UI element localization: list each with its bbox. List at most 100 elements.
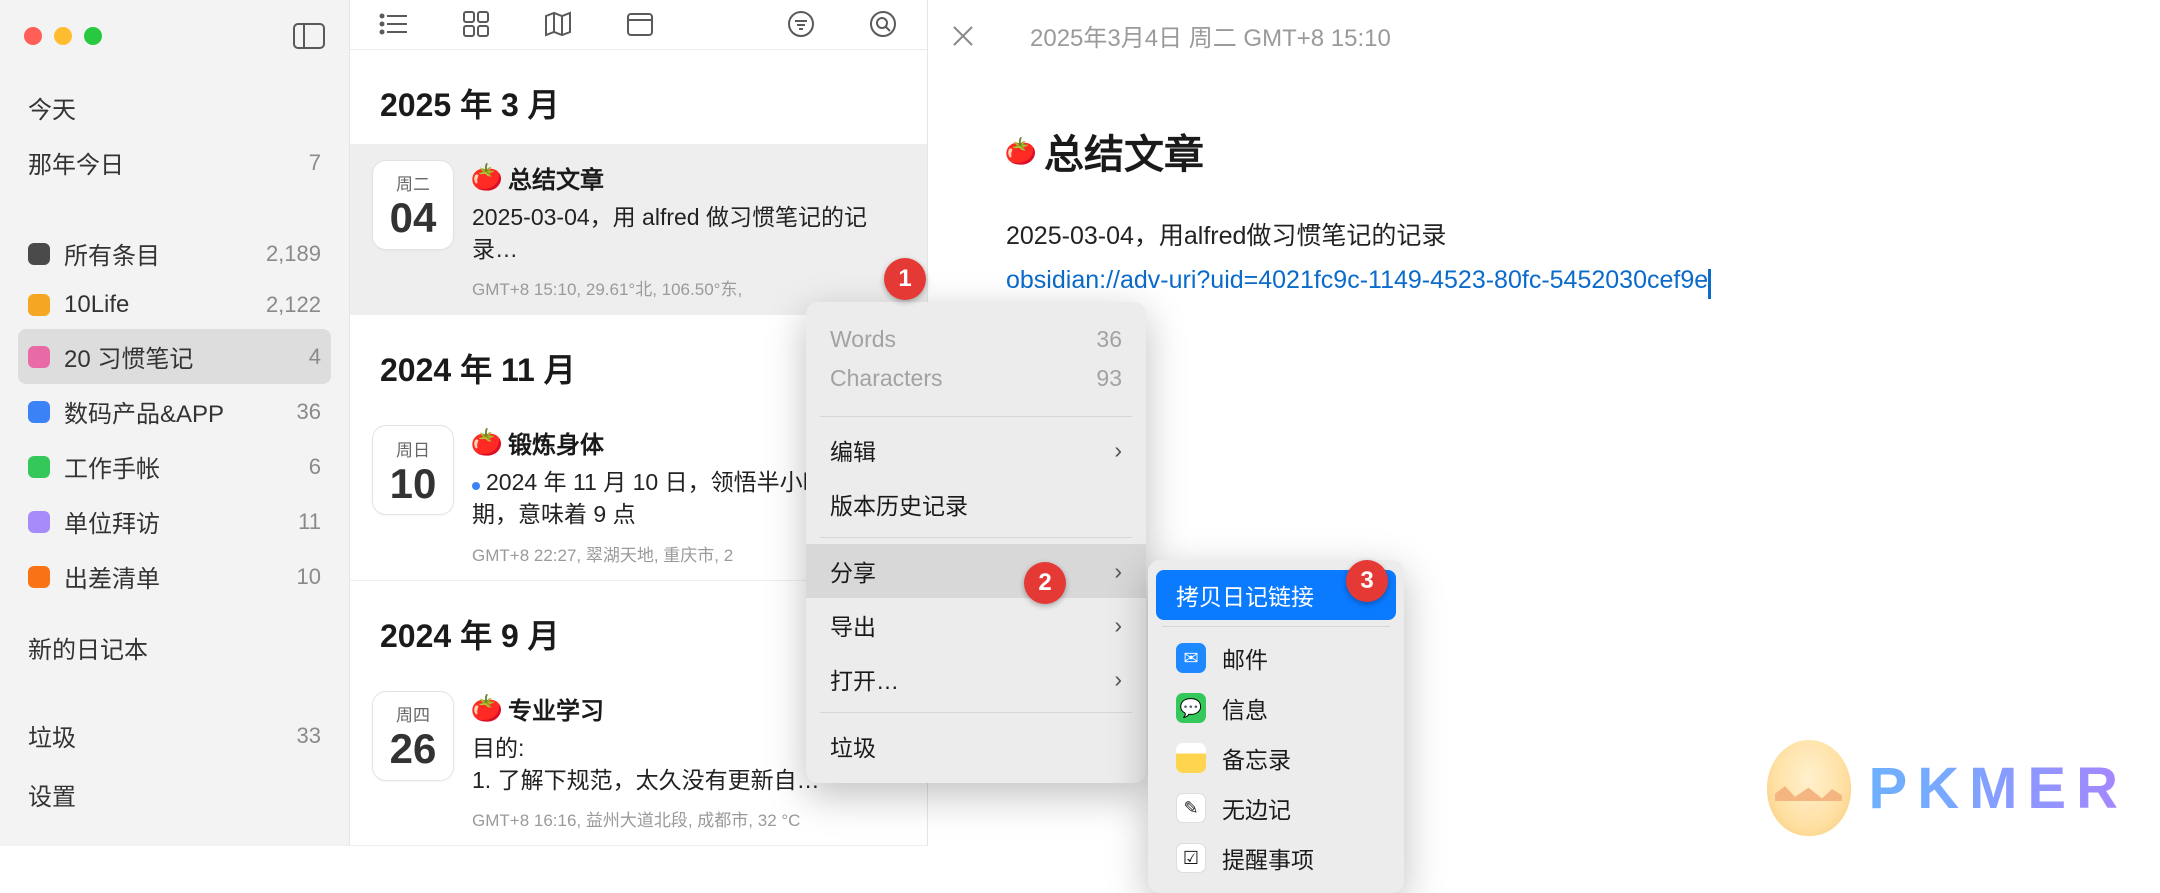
count: 7: [309, 150, 321, 176]
share-freeform[interactable]: ✎无边记: [1156, 783, 1396, 833]
notes-icon: [1176, 743, 1206, 773]
sidebar-new-journal[interactable]: 新的日记本: [18, 620, 331, 675]
sidebar-journal[interactable]: 20 习惯笔记4: [18, 329, 331, 384]
day-of-week: 周二: [396, 170, 430, 195]
label: 出差清单: [64, 559, 160, 594]
color-chip: [28, 294, 50, 316]
count: 11: [298, 509, 321, 535]
entry-link[interactable]: obsidian://adv-uri?uid=4021fc9c-1149-452…: [1006, 266, 1708, 294]
entry-title: 🍅总结文章: [1006, 122, 2082, 180]
month-header: 2025 年 3 月: [350, 50, 927, 144]
day-number: 10: [390, 463, 437, 505]
sidebar-journal[interactable]: 所有条目 2,189: [18, 226, 331, 281]
entry-meta: GMT+8 15:10, 29.61°北, 106.50°东,: [472, 275, 905, 300]
color-chip: [28, 243, 50, 265]
day-number: 26: [390, 728, 437, 770]
grid-view-icon[interactable]: [456, 4, 496, 44]
context-menu: Words36 Characters93 编辑› 版本历史记录 分享› 导出› …: [806, 302, 1146, 783]
menu-history[interactable]: 版本历史记录: [806, 477, 1146, 531]
label: 垃圾: [28, 718, 76, 753]
close-window[interactable]: [24, 27, 42, 45]
count: 10: [297, 564, 321, 590]
menu-share[interactable]: 分享›: [806, 544, 1146, 598]
label: 新的日记本: [28, 630, 148, 665]
close-entry-icon[interactable]: [952, 25, 974, 47]
sidebar-journal[interactable]: 10Life2,122: [18, 281, 331, 329]
zoom-window[interactable]: [84, 27, 102, 45]
annotation-badge-1: 1: [884, 258, 926, 300]
entry-title: 🍅总结文章: [472, 160, 905, 195]
sidebar-journal[interactable]: 数码产品&APP 36: [18, 384, 331, 439]
sidebar-today[interactable]: 今天: [18, 80, 331, 135]
menu-export[interactable]: 导出›: [806, 598, 1146, 652]
menu-open[interactable]: 打开…›: [806, 652, 1146, 706]
color-chip: [28, 346, 50, 368]
chevron-right-icon: ›: [1114, 437, 1122, 464]
label: 所有条目: [64, 236, 160, 271]
annotation-badge-2: 2: [1024, 562, 1066, 604]
day-number: 04: [390, 197, 437, 239]
map-view-icon[interactable]: [538, 4, 578, 44]
day-of-week: 周日: [396, 436, 430, 461]
sidebar-journal[interactable]: 单位拜访 11: [18, 494, 331, 549]
date-box: 周日 10: [372, 425, 454, 515]
reminders-icon: ☑: [1176, 843, 1206, 873]
mail-icon: ✉: [1176, 643, 1206, 673]
label: 单位拜访: [64, 504, 160, 539]
share-notes[interactable]: 备忘录: [1156, 733, 1396, 783]
toggle-sidebar-icon[interactable]: [293, 23, 325, 49]
color-chip: [28, 456, 50, 478]
calendar-view-icon[interactable]: [620, 4, 660, 44]
watermark-logo: [1767, 740, 1851, 836]
window-titlebar: [0, 0, 349, 72]
entry-row[interactable]: 周二 04 🍅总结文章 2025-03-04，用 alfred 做习惯笔记的记录…: [350, 144, 927, 315]
minimize-window[interactable]: [54, 27, 72, 45]
count: 33: [297, 723, 321, 749]
sidebar-journal[interactable]: 工作手帐 6: [18, 439, 331, 494]
label: 数码产品&APP: [64, 394, 224, 429]
color-chip: [28, 566, 50, 588]
traffic-lights: [24, 27, 102, 45]
search-icon[interactable]: [863, 4, 903, 44]
tomato-icon: 🍅: [1006, 136, 1036, 166]
label: 那年今日: [28, 145, 124, 180]
sidebar-settings[interactable]: 设置: [28, 765, 321, 824]
label: 工作手帐: [64, 449, 160, 484]
color-chip: [28, 401, 50, 423]
entry-body-text: 2025-03-04，用alfred做习惯笔记的记录: [1006, 216, 2082, 252]
messages-icon: 💬: [1176, 693, 1206, 723]
share-reminders[interactable]: ☑提醒事项: [1156, 833, 1396, 883]
date-box: 周二 04: [372, 160, 454, 250]
list-view-icon[interactable]: [374, 4, 414, 44]
sidebar-on-this-day[interactable]: 那年今日 7: [18, 135, 331, 190]
count: 2,189: [266, 241, 321, 267]
date-box: 周四 26: [372, 691, 454, 781]
share-messages[interactable]: 💬信息: [1156, 683, 1396, 733]
share-mail[interactable]: ✉邮件: [1156, 633, 1396, 683]
stats: Words36 Characters93: [806, 312, 1146, 410]
sidebar-journal[interactable]: 出差清单 10: [18, 549, 331, 604]
tomato-icon: 🍅: [472, 162, 502, 192]
freeform-icon: ✎: [1176, 793, 1206, 823]
count: 2,122: [266, 292, 321, 318]
entry-snippet: 2025-03-04，用 alfred 做习惯笔记的记录…: [472, 201, 905, 265]
list-toolbar: [350, 0, 927, 50]
chevron-right-icon: ›: [1114, 558, 1122, 585]
sidebar-trash[interactable]: 垃圾 33: [28, 706, 321, 765]
count: 36: [297, 399, 321, 425]
entry-timestamp: 2025年3月4日 周二 GMT+8 15:10: [1030, 18, 1391, 53]
menu-trash[interactable]: 垃圾: [806, 719, 1146, 773]
watermark: PKMER: [1767, 740, 2128, 836]
filter-icon[interactable]: [781, 4, 821, 44]
annotation-badge-3: 3: [1346, 560, 1388, 602]
share-submenu: 拷贝日记链接 ✉邮件 💬信息 备忘录 ✎无边记 ☑提醒事项: [1148, 560, 1404, 893]
color-chip: [28, 511, 50, 533]
count: 6: [309, 454, 321, 480]
entry-meta: GMT+8 16:16, 益州大道北段, 成都市, 32 °C: [472, 806, 905, 831]
chevron-right-icon: ›: [1114, 666, 1122, 693]
menu-edit[interactable]: 编辑›: [806, 423, 1146, 477]
sidebar: 今天 那年今日7 所有条目2,18910Life2,12220 习惯笔记4数码产…: [0, 0, 350, 846]
text-cursor: [1708, 269, 1711, 299]
count: 4: [309, 344, 321, 370]
chevron-right-icon: ›: [1114, 612, 1122, 639]
